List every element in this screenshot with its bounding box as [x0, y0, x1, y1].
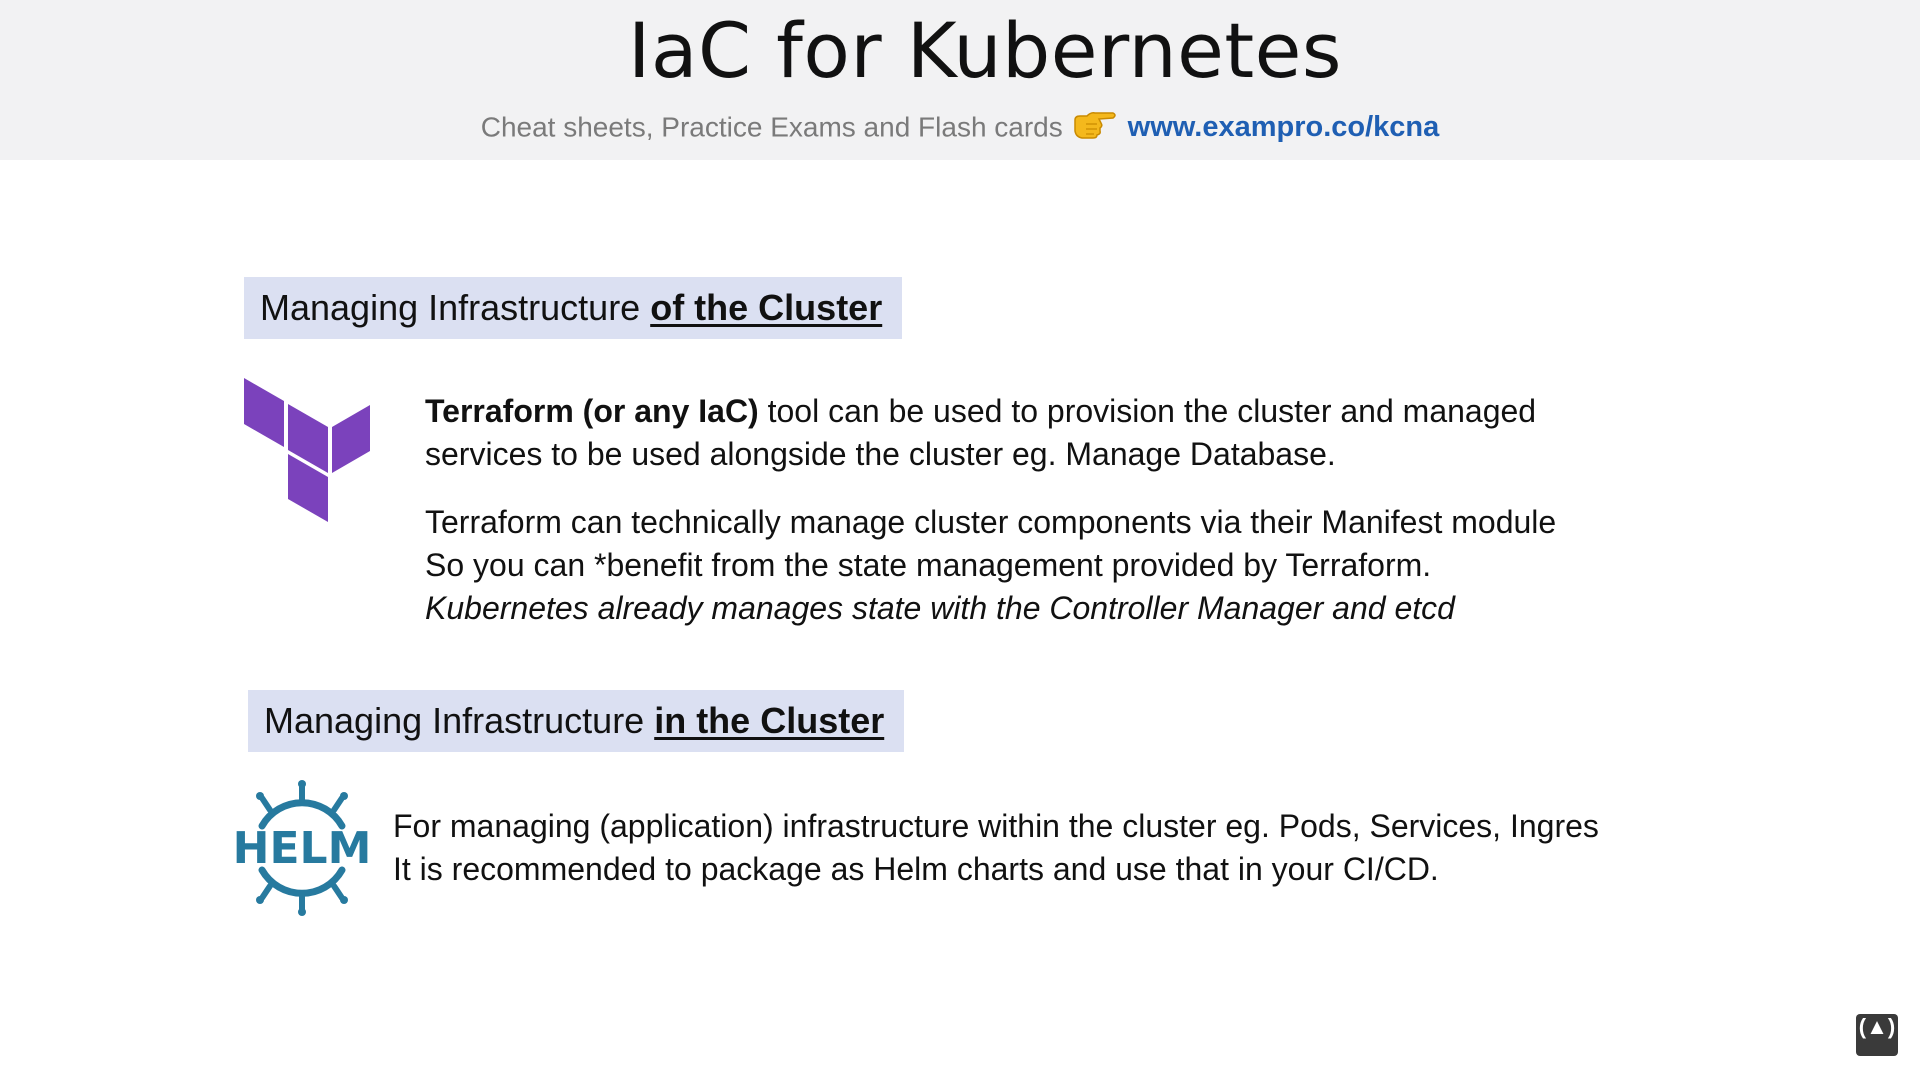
helm-logo-icon: HELM [233, 780, 371, 921]
helm-paragraph: For managing (application) infrastructur… [393, 805, 1599, 891]
terraform-paragraph-2: Terraform can technically manage cluster… [425, 501, 1556, 630]
page-title: IaC for Kubernetes [627, 6, 1343, 95]
section-heading-emphasis: in the Cluster [654, 700, 885, 741]
subscribe-badge-icon[interactable]: (▲) [1856, 1014, 1898, 1056]
helm-logo-text: HELM [234, 823, 370, 874]
p3-line1: For managing (application) infrastructur… [393, 808, 1599, 844]
subtitle-row: Cheat sheets, Practice Exams and Flash c… [0, 110, 1920, 145]
section-heading-in-cluster: Managing Infrastructure in the Cluster [248, 690, 905, 752]
terraform-logo-icon [244, 378, 370, 527]
section-heading-of-cluster: Managing Infrastructure of the Cluster [244, 277, 903, 339]
slide: IaC for Kubernetes Cheat sheets, Practic… [0, 0, 1920, 1080]
section-heading-plain: Managing Infrastructure [260, 287, 651, 328]
flame-icon: (▲) [1858, 1014, 1896, 1039]
p3-line2: It is recommended to package as Helm cha… [393, 851, 1439, 887]
exampro-link[interactable]: www.exampro.co/kcna [1128, 111, 1440, 143]
terraform-paragraph-1: Terraform (or any IaC) tool can be used … [425, 390, 1536, 476]
subtitle-text: Cheat sheets, Practice Exams and Flash c… [480, 111, 1063, 143]
p1-bold: Terraform (or any IaC) [425, 393, 759, 429]
p1-line1: Terraform (or any IaC) tool can be used … [425, 390, 1536, 433]
p1-line2: services to be used alongside the cluste… [425, 436, 1336, 472]
section-heading-emphasis: of the Cluster [650, 287, 883, 328]
pointing-hand-icon [1073, 110, 1117, 145]
p2-line1: Terraform can technically manage cluster… [425, 504, 1557, 540]
p2-line2: So you can *benefit from the state manag… [425, 547, 1432, 583]
section-heading-plain: Managing Infrastructure [264, 700, 655, 741]
p2-line3: Kubernetes already manages state with th… [425, 590, 1455, 626]
p1-line1-rest: tool can be used to provision the cluste… [758, 393, 1537, 429]
header-band: IaC for Kubernetes Cheat sheets, Practic… [0, 0, 1920, 160]
